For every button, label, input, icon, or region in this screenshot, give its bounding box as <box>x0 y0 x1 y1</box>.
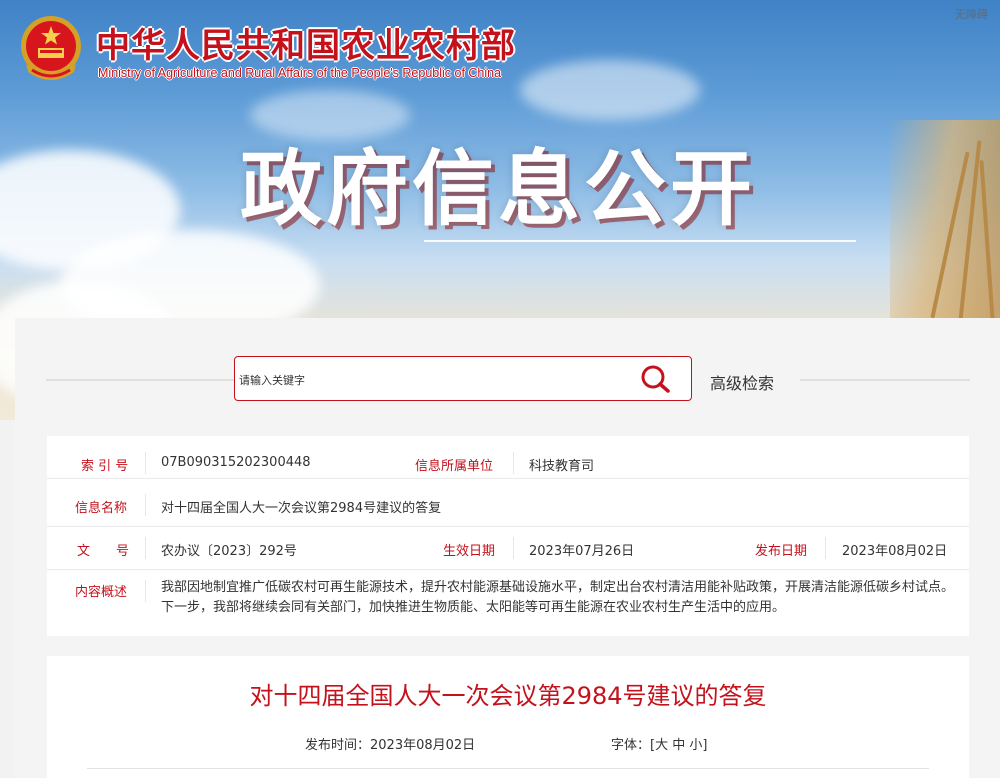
site-name-cn[interactable]: 中华人民共和国农业农村部 <box>96 18 516 67</box>
column-divider <box>145 537 146 559</box>
publish-time-value: 2023年08月02日 <box>370 738 476 753</box>
font-size-bracket-close: ] <box>702 738 708 753</box>
publish-date-value: 2023年08月02日 <box>842 544 948 559</box>
search-divider-left <box>46 379 234 381</box>
article-title: 对十四届全国人大一次会议第2984号建议的答复 <box>249 682 767 710</box>
hero-divider <box>424 240 856 242</box>
article-divider <box>87 768 929 769</box>
doc-number-value: 农办议〔2023〕292号 <box>161 544 297 559</box>
column-divider <box>145 494 146 516</box>
cloud-decoration <box>520 60 700 120</box>
article-publish-time: 发布时间：2023年08月02日 <box>305 734 475 753</box>
summary-label: 内容概述 <box>75 585 128 600</box>
search-input[interactable] <box>237 369 621 391</box>
hero-title: 政府信息公开 <box>240 141 757 237</box>
advanced-search-link[interactable]: 高级检索 <box>710 370 774 394</box>
search-icon[interactable] <box>639 364 673 394</box>
font-size-large-button[interactable]: 大 <box>655 738 668 753</box>
summary-value: 我部因地制宜推广低碳农村可再生能源技术，提升农村能源基础设施水平，制定出台农村清… <box>161 580 955 615</box>
column-divider <box>513 537 514 559</box>
effective-date-label: 生效日期 <box>443 544 496 559</box>
index-value: 07B090315202300448 <box>161 455 311 470</box>
column-divider <box>145 452 146 474</box>
national-emblem-icon <box>21 16 81 80</box>
name-value: 对十四届全国人大一次会议第2984号建议的答复 <box>161 501 442 516</box>
org-label: 信息所属单位 <box>415 459 494 474</box>
info-row-index: 索 引 号 07B090315202300448 信息所属单位 科技教育司 <box>47 436 969 479</box>
info-row-name: 信息名称 对十四届全国人大一次会议第2984号建议的答复 <box>47 484 969 527</box>
search-box <box>234 356 692 401</box>
font-size-selector: 字体：[大 中 小] <box>611 734 708 753</box>
column-divider <box>825 537 826 559</box>
org-value: 科技教育司 <box>529 459 595 474</box>
doc-number-label: 文 号 <box>77 544 130 559</box>
name-label: 信息名称 <box>75 501 128 516</box>
site-name-en[interactable]: Ministry of Agriculture and Rural Affair… <box>98 66 501 80</box>
search-divider-right <box>800 379 970 381</box>
index-label: 索 引 号 <box>81 459 129 474</box>
info-row-doc: 文 号 农办议〔2023〕292号 生效日期 2023年07月26日 发布日期 … <box>47 527 969 570</box>
font-size-label: 字体： <box>611 738 651 753</box>
column-divider <box>513 452 514 474</box>
info-row-summary: 内容概述 我部因地制宜推广低碳农村可再生能源技术，提升农村能源基础设施水平，制定… <box>47 570 969 636</box>
font-size-small-button[interactable]: 小 <box>689 738 702 753</box>
article-container: 对十四届全国人大一次会议第2984号建议的答复 发布时间：2023年08月02日… <box>47 656 969 778</box>
publish-date-label: 发布日期 <box>755 544 808 559</box>
font-size-medium-button[interactable]: 中 <box>672 738 685 753</box>
search-bar: 高级检索 <box>0 355 1000 405</box>
publish-time-label: 发布时间： <box>305 738 371 753</box>
accessibility-link[interactable]: 无障碍 <box>955 6 988 22</box>
column-divider <box>145 580 146 602</box>
info-table: 索 引 号 07B090315202300448 信息所属单位 科技教育司 信息… <box>47 436 969 636</box>
effective-date-value: 2023年07月26日 <box>529 544 635 559</box>
